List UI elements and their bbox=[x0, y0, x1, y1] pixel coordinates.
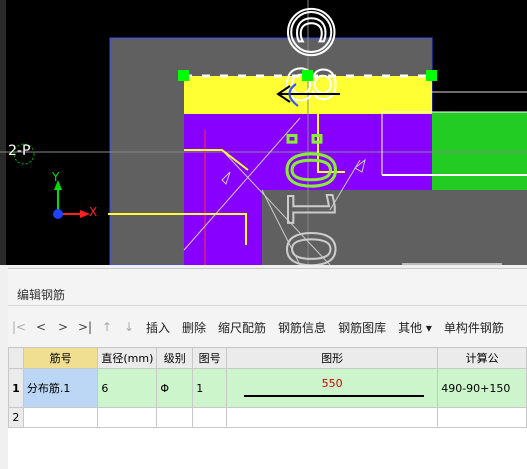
header-diameter[interactable]: 直径(mm) bbox=[97, 347, 158, 369]
cad-viewport[interactable]: ©8 :0 10 2-P Y X bbox=[0, 0, 527, 265]
header-rebar-no[interactable]: 筋号 bbox=[22, 347, 99, 369]
svg-text::0: :0 bbox=[272, 128, 346, 190]
move-down-button[interactable]: ↓ bbox=[118, 320, 140, 334]
header-corner bbox=[8, 347, 24, 369]
ucs-y-label: Y bbox=[52, 170, 60, 184]
move-up-button[interactable]: ↑ bbox=[96, 320, 118, 334]
first-record-button[interactable]: |< bbox=[8, 320, 30, 334]
cell-shape[interactable]: 550 bbox=[226, 368, 439, 408]
svg-text:©8: ©8 bbox=[272, 0, 346, 105]
rebar-table-container: 筋号 直径(mm) 级别 图号 图形 计算公 1 分布筋.1 6 Φ 1 550… bbox=[8, 347, 527, 469]
header-formula[interactable]: 计算公 bbox=[437, 347, 527, 369]
cell-rebar-no[interactable]: 分布筋.1 bbox=[22, 368, 99, 408]
cell-grade[interactable] bbox=[156, 407, 194, 428]
last-record-button[interactable]: >| bbox=[74, 320, 96, 334]
svg-text:10: 10 bbox=[272, 188, 346, 265]
prev-record-button[interactable]: < bbox=[30, 320, 52, 334]
shape-dimension: 550 bbox=[321, 377, 343, 390]
table-row[interactable]: 2 bbox=[8, 407, 527, 428]
grid-axis-label: 2-P bbox=[8, 143, 31, 159]
other-menu-button[interactable]: 其他 ▾ bbox=[392, 319, 438, 336]
table-row[interactable]: 1 分布筋.1 6 Φ 1 550 490-90+150 bbox=[8, 368, 527, 408]
panel-title: 编辑钢筋 bbox=[17, 288, 66, 302]
left-edge bbox=[0, 0, 6, 265]
single-rebar-button[interactable]: 单构件钢筋 bbox=[438, 319, 510, 336]
shape-preview: 550 bbox=[230, 373, 434, 403]
cell-rebar-no[interactable] bbox=[22, 407, 99, 428]
rebar-info-button[interactable]: 钢筋信息 bbox=[272, 319, 332, 336]
panel-divider bbox=[8, 305, 527, 306]
cell-formula[interactable] bbox=[437, 407, 527, 428]
ucs-origin-icon bbox=[53, 209, 63, 219]
edit-rebar-panel: 编辑钢筋 |< < > >| ↑ ↓ 插入 删除 缩尺配筋 钢筋信息 钢筋图库 … bbox=[8, 268, 527, 469]
delete-button[interactable]: 删除 bbox=[176, 319, 212, 336]
header-shape-no[interactable]: 图号 bbox=[192, 347, 228, 369]
row-number[interactable]: 1 bbox=[8, 368, 24, 408]
header-shape[interactable]: 图形 bbox=[226, 347, 439, 369]
next-record-button[interactable]: > bbox=[52, 320, 74, 334]
insert-button[interactable]: 插入 bbox=[140, 319, 176, 336]
cell-diameter[interactable] bbox=[97, 407, 158, 428]
scale-rebar-button[interactable]: 缩尺配筋 bbox=[212, 319, 272, 336]
grip-handle-left[interactable] bbox=[178, 70, 189, 81]
cell-shape[interactable] bbox=[226, 407, 439, 428]
grip-handle-mid[interactable] bbox=[302, 70, 313, 81]
header-grade[interactable]: 级别 bbox=[156, 347, 194, 369]
shape-line bbox=[244, 395, 425, 397]
cell-shape-no[interactable]: 1 bbox=[192, 368, 228, 408]
cell-grade[interactable]: Φ bbox=[156, 368, 194, 408]
rebar-library-button[interactable]: 钢筋图库 bbox=[332, 319, 392, 336]
wall-region bbox=[432, 112, 527, 190]
watermark-text: ©8 :0 10 bbox=[271, 0, 348, 265]
drawing-canvas[interactable]: ©8 :0 10 bbox=[0, 0, 527, 265]
ucs-x-label: X bbox=[89, 205, 98, 219]
cell-shape-no[interactable] bbox=[192, 407, 228, 428]
grip-handle-right[interactable] bbox=[426, 70, 437, 81]
table-header-row: 筋号 直径(mm) 级别 图号 图形 计算公 bbox=[8, 347, 527, 369]
row-number[interactable]: 2 bbox=[8, 407, 24, 428]
rebar-toolbar: |< < > >| ↑ ↓ 插入 删除 缩尺配筋 钢筋信息 钢筋图库 其他 ▾ … bbox=[8, 314, 527, 340]
cell-formula[interactable]: 490-90+150 bbox=[437, 368, 527, 408]
cell-diameter[interactable]: 6 bbox=[97, 368, 158, 408]
rebar-table: 筋号 直径(mm) 级别 图号 图形 计算公 1 分布筋.1 6 Φ 1 550… bbox=[8, 347, 527, 428]
